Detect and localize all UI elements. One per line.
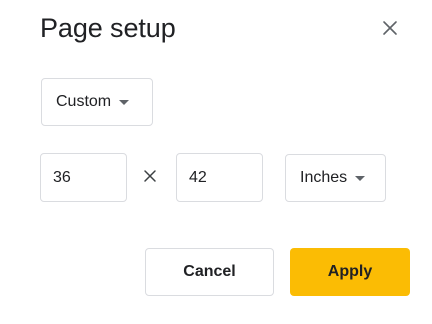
page-size-preset-label: Custom <box>56 93 112 110</box>
caret-down-icon <box>119 99 130 105</box>
caret-down-icon <box>355 175 366 181</box>
width-input[interactable] <box>40 153 127 202</box>
dialog-title: Page setup <box>40 13 176 43</box>
units-dropdown[interactable]: Inches <box>285 154 386 202</box>
times-icon <box>138 164 162 188</box>
close-icon <box>383 21 397 35</box>
page-size-preset-dropdown[interactable]: Custom <box>41 78 153 126</box>
height-input[interactable] <box>176 153 263 202</box>
apply-button[interactable]: Apply <box>290 248 410 296</box>
close-button[interactable] <box>372 10 408 46</box>
cancel-button[interactable]: Cancel <box>145 248 274 296</box>
units-label: Inches <box>300 169 348 186</box>
page-setup-dialog: Page setup Custom Inches Cancel Apply <box>0 0 432 324</box>
